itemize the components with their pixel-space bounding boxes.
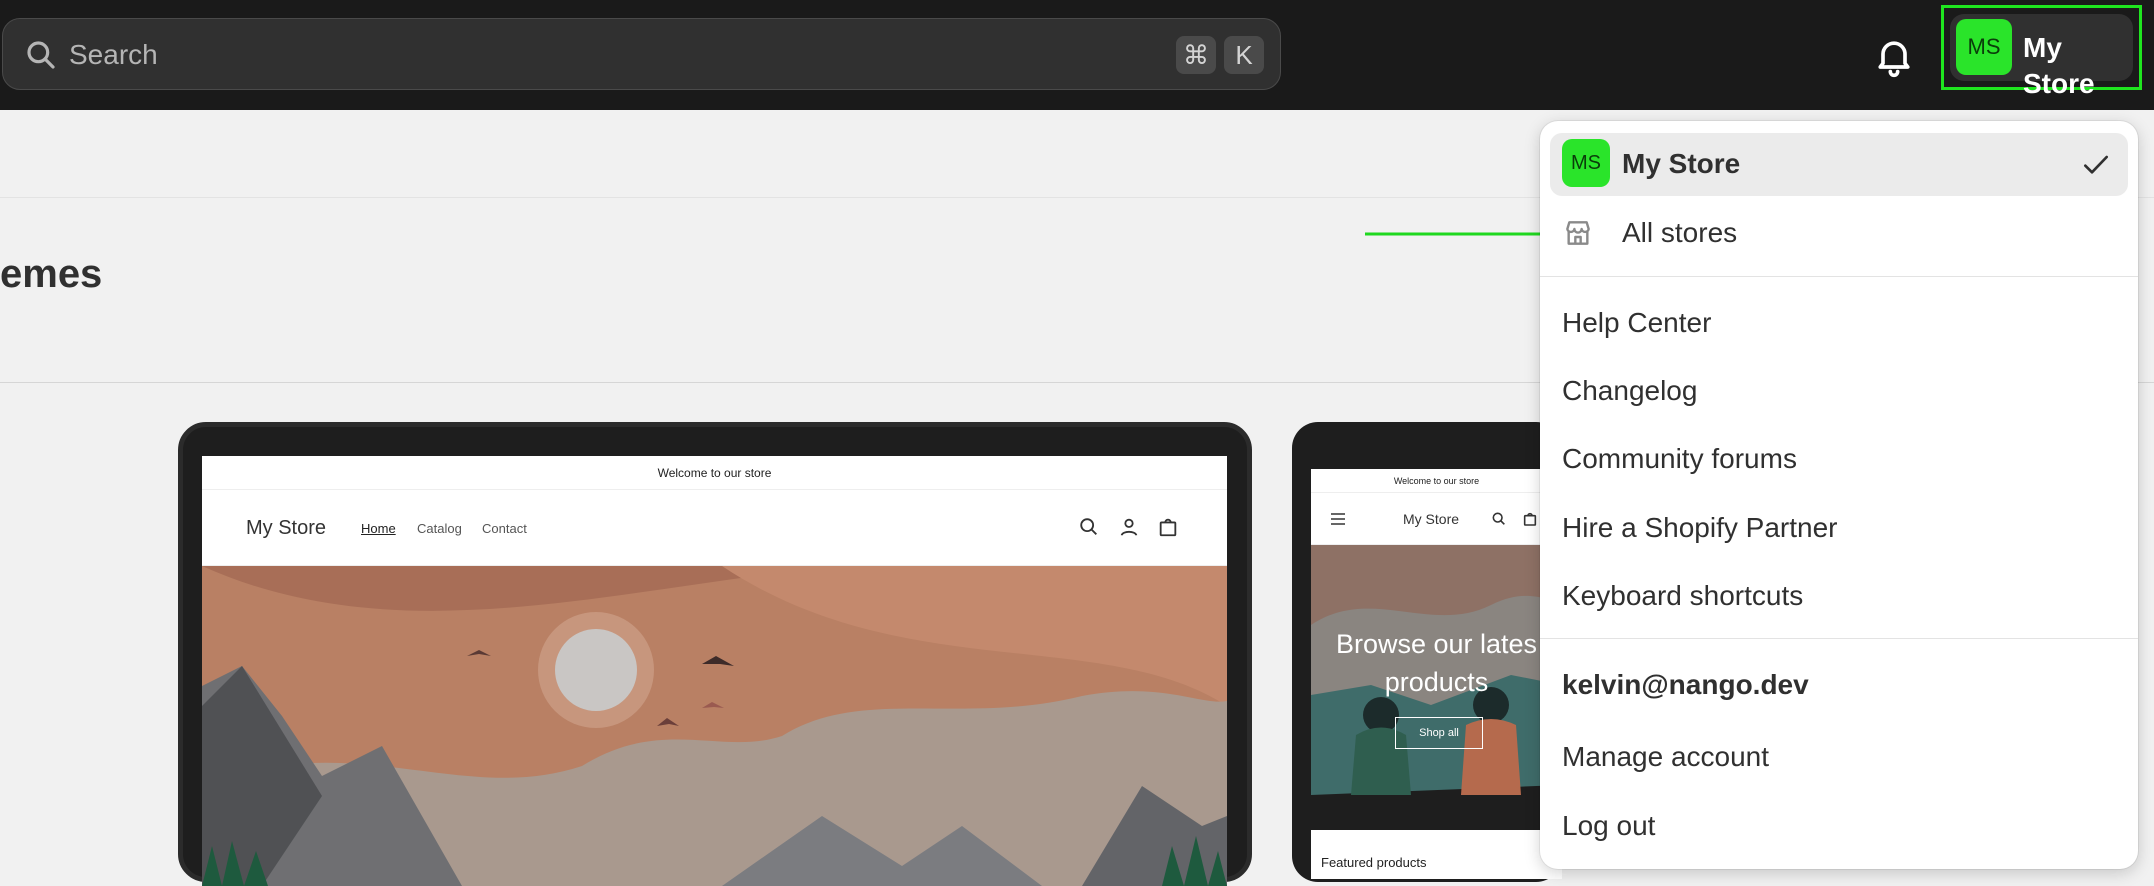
store-name: My Store <box>2023 32 2095 99</box>
shop-all-button: Shop all <box>1395 717 1483 749</box>
menu-item-changelog[interactable]: Changelog <box>1562 373 1697 409</box>
mobile-hero-title-line2: products <box>1384 667 1489 697</box>
mobile-announcement-bar: Welcome to our store <box>1311 469 1562 493</box>
k-key-badge: K <box>1224 36 1264 74</box>
top-bar: Search ⌘ K MS My Store <box>0 0 2154 110</box>
checkmark-icon <box>2084 155 2108 174</box>
mobile-hero-title-line1: Browse our lates <box>1335 629 1538 659</box>
cart-icon <box>1523 512 1537 526</box>
avatar: MS <box>1562 139 1610 187</box>
avatar: MS <box>1956 19 2012 75</box>
account-email: kelvin@nango.dev <box>1562 669 1809 700</box>
store-menu-button-inner: MS My Store <box>1950 14 2133 99</box>
menu-item-log-out[interactable]: Log out <box>1562 808 1655 844</box>
search-placeholder: Search <box>69 39 158 70</box>
store-logo: My Store <box>246 517 327 539</box>
mobile-hero-title: Browse our lates products <box>1311 625 1562 701</box>
account-icon <box>1120 518 1138 536</box>
current-store-item[interactable]: MS My Store <box>1550 133 2128 196</box>
search-icon <box>27 41 55 69</box>
nav-catalog: Catalog <box>417 521 462 536</box>
menu-item-hire-shopify-partner[interactable]: Hire a Shopify Partner <box>1562 510 1837 546</box>
store-menu-button[interactable]: MS My Store <box>1941 5 2142 99</box>
search-bar[interactable]: Search ⌘ K <box>2 18 1281 90</box>
nav-home: Home <box>361 521 396 536</box>
mobile-store-header: My Store <box>1311 493 1562 545</box>
command-key-icon: ⌘ <box>1176 36 1216 74</box>
menu-item-help-center[interactable]: Help Center <box>1562 305 1711 341</box>
mobile-store-logo: My Store <box>1403 511 1460 527</box>
current-store-name: My Store <box>1622 148 1741 179</box>
all-stores-item[interactable]: All stores <box>1550 205 2128 261</box>
bell-icon[interactable] <box>1872 34 1916 78</box>
divider <box>1540 276 2138 277</box>
hamburger-icon <box>1331 513 1345 525</box>
nav-contact: Contact <box>482 521 527 536</box>
menu-item-manage-account[interactable]: Manage account <box>1562 739 1769 775</box>
desktop-preview-screen[interactable]: Welcome to our store My Store Home Catal… <box>202 456 1227 886</box>
search-icon <box>1080 518 1097 535</box>
featured-products-title: Featured products <box>1321 855 1427 870</box>
divider <box>1540 638 2138 639</box>
all-stores-label: All stores <box>1622 217 1738 248</box>
search-icon <box>1492 512 1505 525</box>
mobile-preview-screen[interactable]: Welcome to our store My Store Browse our… <box>1311 469 1562 879</box>
store-icon <box>1566 221 1590 245</box>
hero-illustration <box>202 566 1227 886</box>
page-title: emes <box>0 252 103 296</box>
store-dropdown-menu: MS My Store All stores Help Center Chang… <box>1540 121 2138 869</box>
cart-icon <box>1159 518 1177 537</box>
menu-item-keyboard-shortcuts[interactable]: Keyboard shortcuts <box>1562 578 1803 614</box>
menu-item-community-forums[interactable]: Community forums <box>1562 441 1797 477</box>
announcement-bar: Welcome to our store <box>202 456 1227 490</box>
store-header: My Store Home Catalog Contact <box>202 490 1227 566</box>
